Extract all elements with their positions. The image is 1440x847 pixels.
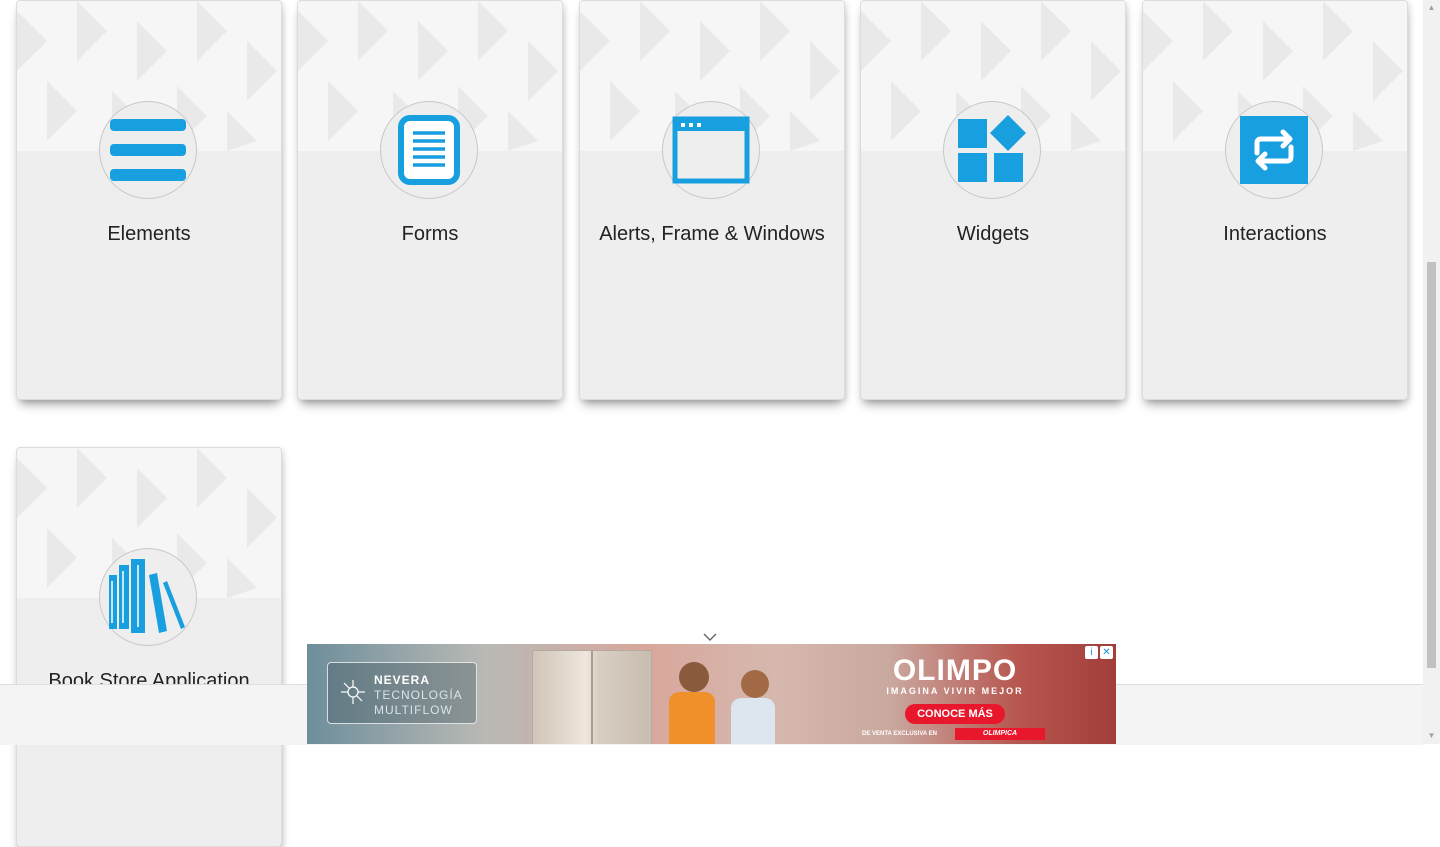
- people-image: [657, 662, 777, 744]
- card-widgets[interactable]: Widgets: [860, 0, 1126, 400]
- circuit-icon: [341, 680, 365, 704]
- vertical-scrollbar[interactable]: ▲ ▼: [1423, 0, 1440, 744]
- card-label: Forms: [401, 223, 459, 245]
- forms-icon-circle: [380, 101, 478, 199]
- ad-feature-badge: NEVERA TECNOLOGÍA MULTIFLOW: [327, 662, 477, 724]
- ad-tagline: IMAGINA VIVIR MEJOR: [886, 686, 1024, 696]
- ad-badge-line2: TECNOLOGÍA: [374, 688, 463, 702]
- menu-lines-icon: [110, 119, 186, 181]
- document-icon: [398, 115, 460, 185]
- widgets-icon: [958, 115, 1026, 182]
- swap-arrows-icon: [1240, 116, 1308, 184]
- ad-close-icon[interactable]: ✕: [1100, 646, 1113, 659]
- interactions-icon-circle: [1225, 101, 1323, 199]
- ad-info-icon[interactable]: i: [1085, 646, 1098, 659]
- card-elements[interactable]: Elements: [16, 0, 282, 400]
- ad-exclusive-text: DE VENTA EXCLUSIVA EN: [862, 731, 938, 737]
- ad-retailer-logo: OLIMPICA: [955, 728, 1045, 740]
- browser-window-icon: [672, 116, 750, 184]
- books-icon: [109, 559, 185, 633]
- alerts-icon-circle: [662, 101, 760, 199]
- ad-cta-button[interactable]: CONOCE MÁS: [905, 704, 1005, 724]
- ad-badge-line3: MULTIFLOW: [374, 703, 453, 717]
- ad-badge-line1: NEVERA: [374, 673, 431, 687]
- book-store-icon-circle: [99, 548, 197, 646]
- card-interactions[interactable]: Interactions: [1142, 0, 1408, 400]
- scroll-up-arrow-icon[interactable]: ▲: [1427, 3, 1436, 13]
- widgets-icon-circle: [943, 101, 1041, 199]
- ad-brand-logo: OLIMPO: [892, 654, 1018, 687]
- card-label: Elements: [107, 223, 191, 245]
- advertisement-banner[interactable]: NEVERA TECNOLOGÍA MULTIFLOW OLIMPO IMAGI…: [307, 644, 1116, 744]
- card-label: Interactions: [1223, 223, 1327, 245]
- card-forms[interactable]: Forms: [297, 0, 563, 400]
- collapse-ad-chevron-icon[interactable]: [702, 630, 718, 642]
- card-book-store-application[interactable]: Book Store Application: [16, 447, 282, 847]
- scroll-down-arrow-icon[interactable]: ▼: [1427, 731, 1436, 741]
- scrollbar-thumb[interactable]: [1427, 262, 1436, 668]
- elements-icon-circle: [99, 101, 197, 199]
- card-alerts-frame-windows[interactable]: Alerts, Frame & Windows: [579, 0, 845, 400]
- fridge-image: [532, 650, 652, 744]
- card-label: Widgets: [956, 223, 1030, 245]
- card-label: Alerts, Frame & Windows: [599, 223, 825, 245]
